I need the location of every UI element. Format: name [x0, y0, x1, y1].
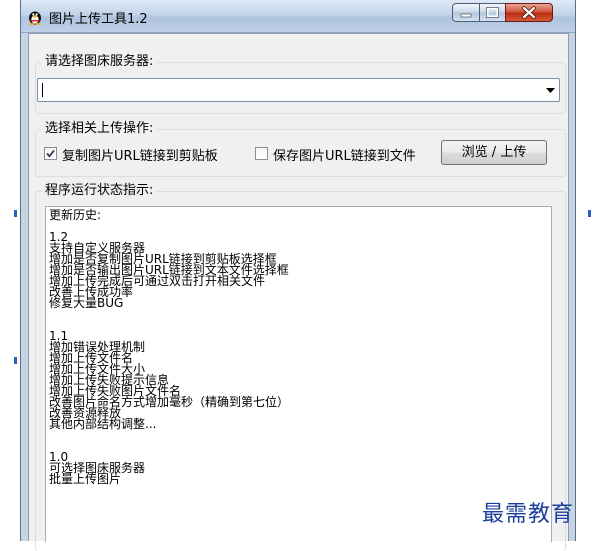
checkmark-icon [46, 149, 55, 158]
copy-url-label: 复制图片URL链接到剪贴板 [62, 149, 218, 164]
close-button[interactable] [505, 3, 553, 22]
log-line: 更新历史: [49, 208, 102, 222]
minimize-icon [460, 13, 472, 18]
upload-group-label: 选择相关上传操作: [42, 121, 157, 137]
server-group-label: 请选择图床服务器: [42, 54, 157, 70]
copy-url-checkbox[interactable] [44, 147, 57, 160]
browse-upload-button[interactable]: 浏览 / 上传 [441, 140, 547, 165]
log-line [49, 430, 289, 441]
log-line: 修复大量BUG [49, 296, 124, 310]
watermark-text: 最需教育 [482, 502, 575, 527]
right-edge-mark [588, 210, 591, 217]
minimize-button[interactable] [452, 3, 480, 22]
log-line [49, 320, 289, 331]
client-area: 请选择图床服务器: 选择相关上传操作: 复制图片URL链接到剪贴板 保存图片UR… [28, 33, 569, 551]
title-bar[interactable]: 图片上传工具1.2 [21, 0, 575, 33]
save-url-option[interactable]: 保存图片URL链接到文件 [255, 145, 435, 164]
status-group-label: 程序运行状态指示: [42, 183, 157, 199]
maximize-icon [486, 7, 499, 18]
left-edge-mark [14, 210, 17, 217]
log-line: 批量上传图片 [49, 472, 122, 486]
log-line [49, 441, 289, 452]
save-url-label: 保存图片URL链接到文件 [273, 149, 416, 164]
save-url-checkbox[interactable] [255, 147, 268, 160]
copy-url-option[interactable]: 复制图片URL链接到剪贴板 [44, 145, 244, 164]
status-log-lines: 更新历史: 1.2 支持自定义服务器 增加是否复制图片URL链接到剪贴板选择框 … [49, 208, 289, 486]
app-window: 图片上传工具1.2 请选择图床服务器: 选择相关上传操作: 复制图片URL链接到… [20, 0, 576, 551]
log-line [49, 221, 289, 232]
log-line [49, 309, 289, 320]
server-combobox[interactable] [37, 78, 560, 102]
log-line: 其他内部结构调整... [49, 417, 157, 431]
chevron-down-icon[interactable] [546, 88, 555, 93]
window-title: 图片上传工具1.2 [49, 12, 148, 27]
maximize-button[interactable] [479, 3, 506, 22]
close-icon [522, 6, 536, 19]
left-edge-mark [14, 357, 17, 364]
penguin-icon [29, 11, 41, 25]
text-cursor [42, 83, 43, 97]
status-log[interactable]: 更新历史: 1.2 支持自定义服务器 增加是否复制图片URL链接到剪贴板选择框 … [45, 206, 552, 542]
